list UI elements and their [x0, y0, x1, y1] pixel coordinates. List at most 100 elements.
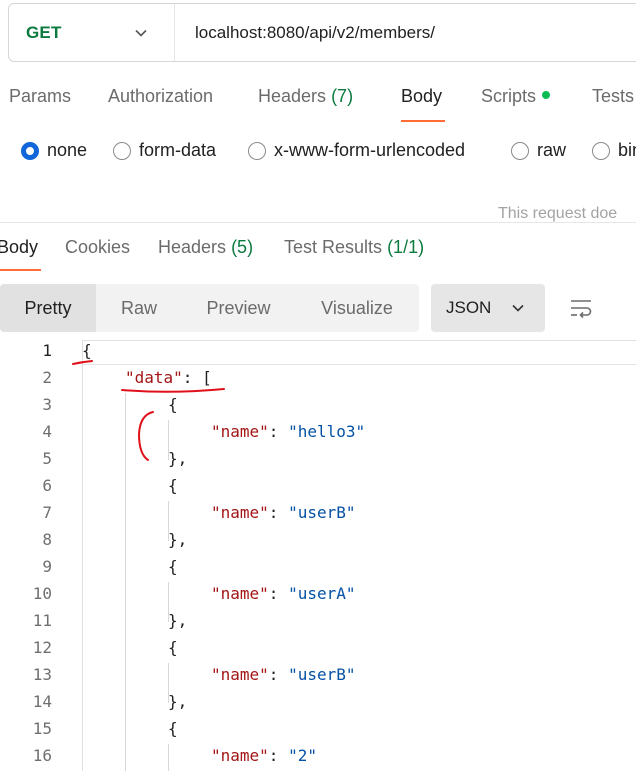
code-text: "name": "userB" [211, 503, 356, 522]
code-line: 13 "name": "userB" [0, 665, 636, 692]
code-text: "name": "hello3" [211, 422, 365, 441]
code-text: { [168, 395, 178, 414]
json-string-value: "userA" [288, 584, 356, 603]
code-text: "name": "userB" [211, 665, 356, 684]
code-text: }, [168, 692, 188, 711]
response-body-viewer[interactable]: 1{2 "data": [3{4 "name": "hello3" 5}, 6{7 "na… [0, 340, 636, 771]
json-key: "name" [211, 422, 269, 441]
json-key: "name" [211, 746, 269, 765]
tab-tests[interactable]: Tests [592, 86, 634, 107]
json-separator: : [268, 503, 289, 522]
response-tabs: Body Cookies Headers (5) Test Results (1… [0, 237, 636, 267]
pane-divider[interactable] [0, 222, 636, 223]
code-line: 14}, [0, 692, 636, 719]
json-separator: : [268, 584, 289, 603]
request-tabs: Params Authorization Headers (7) Body Sc… [0, 86, 636, 126]
json-key: "data" [125, 368, 183, 387]
code-line: 2 "data": [ [0, 368, 636, 395]
method-selector[interactable]: GET [9, 4, 175, 61]
code-line: 16 "name": "2" [0, 746, 636, 771]
response-tab-body[interactable]: Body [0, 237, 38, 258]
code-line: 12 { [0, 638, 636, 665]
view-visualize-button[interactable]: Visualize [295, 284, 419, 332]
code-line: 8}, [0, 530, 636, 557]
code-text: { [168, 719, 178, 738]
line-number: 6 [42, 476, 52, 495]
url-input[interactable]: localhost:8080/api/v2/members/ [175, 23, 435, 43]
tab-label: Body [0, 237, 39, 257]
tab-label: Params [9, 86, 72, 106]
radio-label: form-data [139, 140, 217, 160]
tab-headers[interactable]: Headers (7) [258, 86, 353, 107]
code-line: 10 "name": "userA" [0, 584, 636, 611]
code-line: 1{ [0, 341, 636, 368]
response-tab-test-results[interactable]: Test Results (1/1) [284, 237, 424, 258]
radio-icon [592, 141, 610, 160]
line-number: 3 [42, 395, 52, 414]
code-text: { [168, 638, 178, 657]
radio-form-data[interactable]: form-data [113, 140, 216, 161]
tab-params[interactable]: Params [9, 86, 71, 107]
radio-icon [248, 141, 266, 160]
radio-none[interactable]: none [21, 140, 87, 161]
code-text: "name": "2" [211, 746, 317, 765]
json-key: "name" [211, 584, 269, 603]
code-text: }, [168, 449, 188, 468]
tab-label: Tests [592, 86, 635, 106]
tab-label: Scripts [481, 86, 537, 106]
tab-label: Headers [158, 237, 227, 257]
format-selector[interactable]: JSON [431, 284, 545, 332]
code-line: 3{ [0, 395, 636, 422]
tab-label: Body [401, 86, 443, 106]
radio-x-www-form-urlencoded[interactable]: x-www-form-urlencoded [248, 140, 465, 161]
json-punctuation: : [ [182, 368, 212, 387]
line-number: 8 [42, 530, 52, 549]
view-mode-bar: Pretty Raw Preview Visualize [0, 284, 419, 332]
radio-icon [113, 141, 131, 160]
view-raw-button[interactable]: Raw [96, 284, 182, 332]
code-line: 4 "name": "hello3" [0, 422, 636, 449]
body-type-options: none form-data x-www-form-urlencoded raw… [0, 140, 636, 166]
code-line: 6{ [0, 476, 636, 503]
code-text: "name": "userA" [211, 584, 356, 603]
line-number: 13 [32, 665, 52, 684]
wrap-lines-icon[interactable] [569, 296, 593, 320]
active-response-tab-indicator [0, 269, 41, 271]
json-string-value: "userB" [288, 665, 356, 684]
request-url-bar: GET localhost:8080/api/v2/members/ [8, 3, 636, 62]
radio-raw[interactable]: raw [511, 140, 566, 161]
code-line: 11}, [0, 611, 636, 638]
line-number: 4 [42, 422, 52, 441]
json-separator: : [268, 422, 289, 441]
radio-label: bin [618, 140, 636, 160]
tab-label: Headers [258, 86, 327, 106]
chevron-down-icon [135, 29, 147, 37]
view-pretty-button[interactable]: Pretty [0, 284, 96, 332]
view-preview-button[interactable]: Preview [182, 284, 295, 332]
tab-count: (1/1) [387, 237, 425, 257]
line-number: 15 [32, 719, 52, 738]
tab-authorization[interactable]: Authorization [108, 86, 213, 107]
response-tab-headers[interactable]: Headers (5) [158, 237, 253, 258]
json-separator: : [268, 665, 289, 684]
tab-label: Authorization [108, 86, 214, 106]
radio-label: x-www-form-urlencoded [274, 140, 466, 160]
tab-label: Cookies [65, 237, 131, 257]
code-line: 5}, [0, 449, 636, 476]
tab-body[interactable]: Body [401, 86, 442, 107]
code-line: 9{ [0, 557, 636, 584]
line-number: 10 [32, 584, 52, 603]
radio-label: none [47, 140, 88, 160]
tab-scripts[interactable]: Scripts [481, 86, 551, 107]
line-number: 12 [32, 638, 52, 657]
json-string-value: "hello3" [288, 422, 366, 441]
json-key: "name" [211, 665, 269, 684]
line-number: 2 [42, 368, 52, 387]
active-tab-indicator [401, 120, 445, 122]
radio-binary[interactable]: bin [592, 140, 636, 161]
radio-icon [511, 141, 529, 160]
code-text: "data": [ [125, 368, 212, 387]
body-hint-text: This request doe [498, 205, 618, 222]
code-text: { [168, 476, 178, 495]
response-tab-cookies[interactable]: Cookies [65, 237, 130, 258]
